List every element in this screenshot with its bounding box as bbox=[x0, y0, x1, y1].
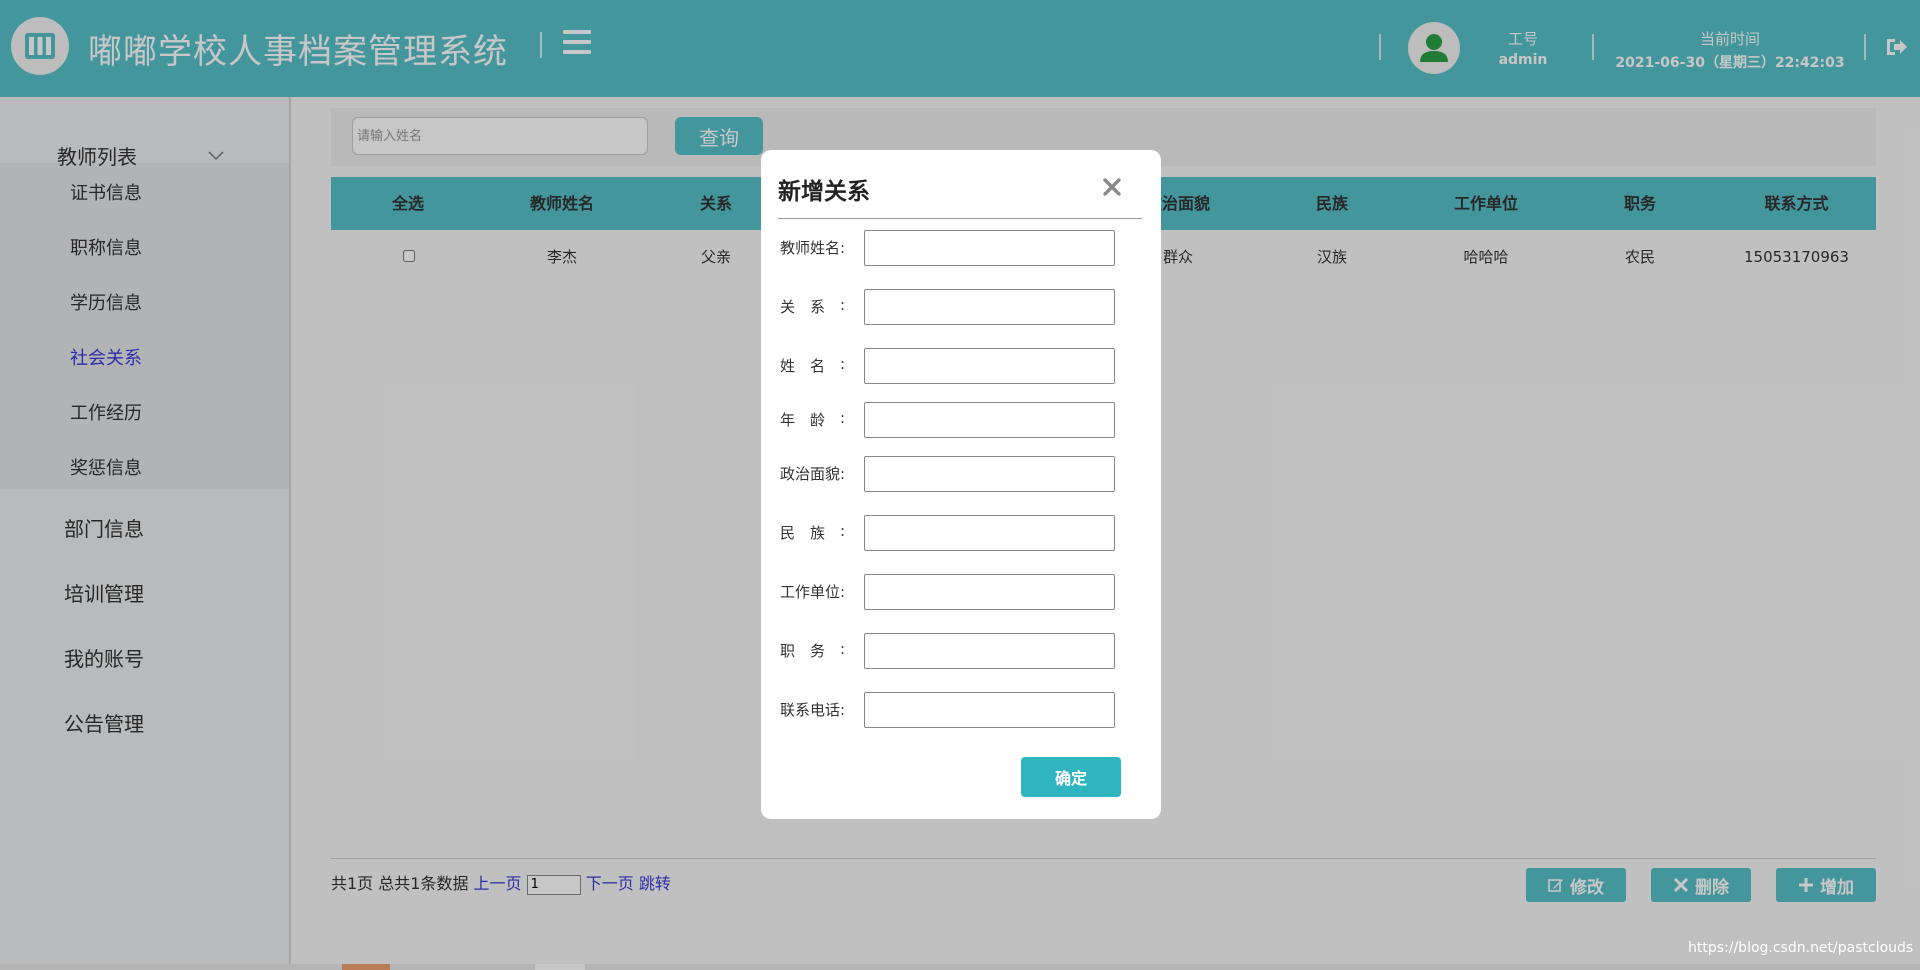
position-label: 职务: bbox=[780, 640, 845, 660]
phone-field[interactable] bbox=[864, 692, 1115, 728]
name-label: 姓名: bbox=[780, 355, 845, 375]
position-field[interactable] bbox=[864, 633, 1115, 669]
relation-field[interactable] bbox=[864, 289, 1115, 325]
age-field[interactable] bbox=[864, 402, 1115, 438]
political-status-field[interactable] bbox=[864, 456, 1115, 492]
relation-label: 关系: bbox=[780, 296, 845, 316]
political-status-label: 政治面貌: bbox=[780, 465, 846, 483]
add-relation-modal: 新增关系 教师姓名: 关系: 姓名: 年龄: 政治面貌: 民族: 工作单位: 职… bbox=[761, 150, 1161, 819]
work-unit-label: 工作单位: bbox=[780, 583, 846, 601]
modal-title: 新增关系 bbox=[778, 179, 870, 205]
modal-divider bbox=[778, 218, 1142, 219]
name-field[interactable] bbox=[864, 348, 1115, 384]
age-label: 年龄: bbox=[780, 409, 845, 429]
ethnicity-field[interactable] bbox=[864, 515, 1115, 551]
confirm-button[interactable]: 确定 bbox=[1021, 757, 1121, 797]
teacher-name-field[interactable] bbox=[864, 230, 1115, 266]
watermark: https://blog.csdn.net/pastclouds bbox=[1688, 940, 1914, 956]
teacher-name-label: 教师姓名: bbox=[780, 239, 846, 257]
ethnicity-label: 民族: bbox=[780, 522, 845, 542]
close-icon[interactable] bbox=[1102, 177, 1122, 197]
work-unit-field[interactable] bbox=[864, 574, 1115, 610]
phone-label: 联系电话: bbox=[780, 701, 846, 719]
